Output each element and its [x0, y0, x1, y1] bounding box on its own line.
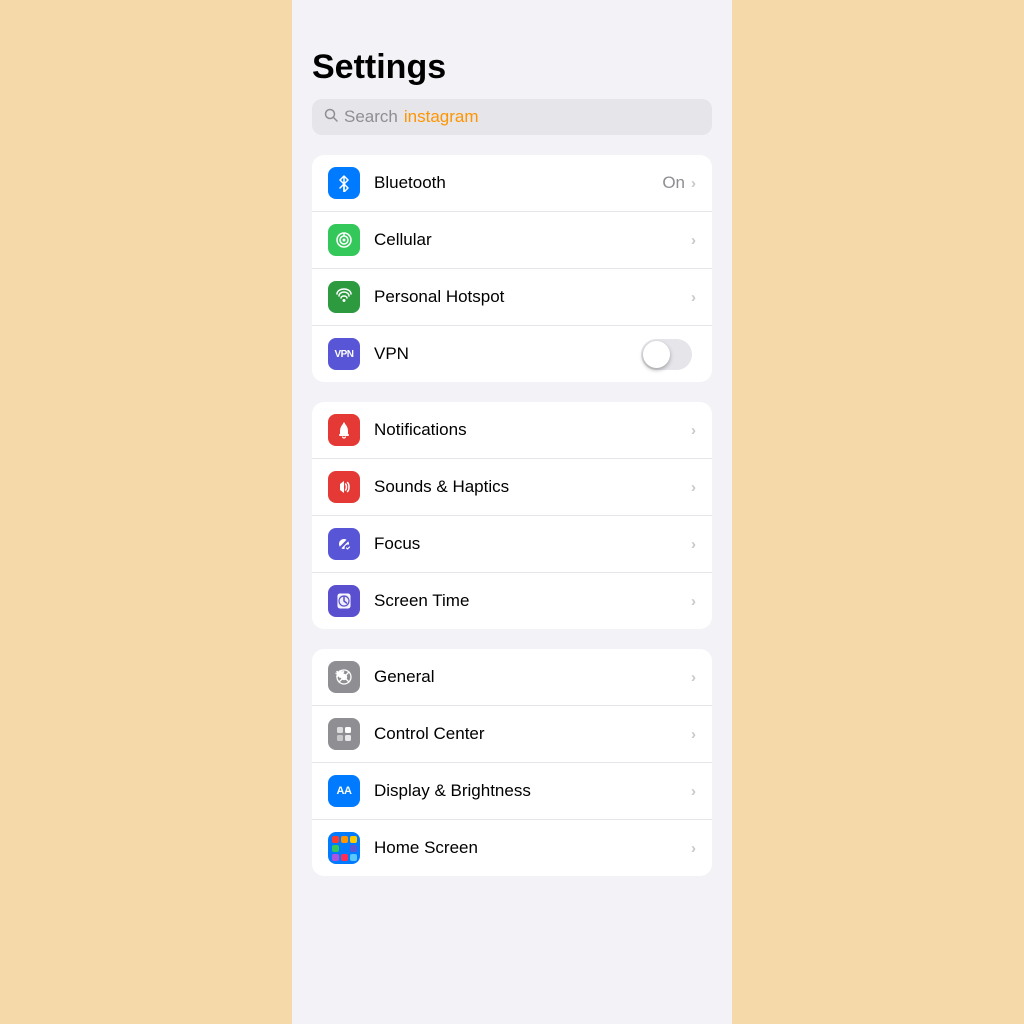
vpn-row[interactable]: VPN VPN: [312, 326, 712, 382]
bluetooth-icon: [328, 167, 360, 199]
screen-time-chevron: ›: [691, 593, 696, 610]
control-center-row[interactable]: Control Center ›: [312, 706, 712, 763]
home-screen-icon: [328, 832, 360, 864]
focus-row[interactable]: Focus ›: [312, 516, 712, 573]
vpn-toggle[interactable]: [641, 339, 692, 370]
connectivity-group: Bluetooth On › Cellular ›: [312, 155, 712, 382]
bluetooth-label: Bluetooth: [374, 173, 662, 193]
screen-time-row[interactable]: Screen Time ›: [312, 573, 712, 629]
general-label: General: [374, 667, 691, 687]
sounds-icon: [328, 471, 360, 503]
vpn-label: VPN: [374, 344, 641, 364]
general-row[interactable]: General ›: [312, 649, 712, 706]
general-icon: [328, 661, 360, 693]
focus-chevron: ›: [691, 536, 696, 553]
sounds-haptics-row[interactable]: Sounds & Haptics ›: [312, 459, 712, 516]
notifications-icon: [328, 414, 360, 446]
screen-time-label: Screen Time: [374, 591, 691, 611]
display-brightness-row[interactable]: AA Display & Brightness ›: [312, 763, 712, 820]
home-screen-grid: [328, 832, 361, 865]
vpn-toggle-thumb: [643, 341, 670, 368]
personal-hotspot-label: Personal Hotspot: [374, 287, 691, 307]
search-query-text: instagram: [404, 107, 479, 127]
sounds-chevron: ›: [691, 479, 696, 496]
cellular-chevron: ›: [691, 232, 696, 249]
phone-container: Settings Search instagram Bluetooth On ›: [292, 0, 732, 1024]
bluetooth-chevron: ›: [691, 175, 696, 192]
page-title: Settings: [292, 0, 732, 99]
search-icon: [324, 108, 338, 126]
notifications-label: Notifications: [374, 420, 691, 440]
general-group: General › Control Center › AA Display & …: [312, 649, 712, 876]
search-bar[interactable]: Search instagram: [312, 99, 712, 135]
cellular-label: Cellular: [374, 230, 691, 250]
home-screen-chevron: ›: [691, 840, 696, 857]
control-center-label: Control Center: [374, 724, 691, 744]
control-center-icon: [328, 718, 360, 750]
notifications-row[interactable]: Notifications ›: [312, 402, 712, 459]
focus-icon: [328, 528, 360, 560]
general-chevron: ›: [691, 669, 696, 686]
cellular-icon: [328, 224, 360, 256]
notifications-chevron: ›: [691, 422, 696, 439]
display-icon: AA: [328, 775, 360, 807]
hotspot-chevron: ›: [691, 289, 696, 306]
sounds-haptics-label: Sounds & Haptics: [374, 477, 691, 497]
vpn-icon: VPN: [328, 338, 360, 370]
hotspot-icon: [328, 281, 360, 313]
control-center-chevron: ›: [691, 726, 696, 743]
focus-label: Focus: [374, 534, 691, 554]
vpn-toggle-track[interactable]: [641, 339, 692, 370]
personal-hotspot-row[interactable]: Personal Hotspot ›: [312, 269, 712, 326]
cellular-row[interactable]: Cellular ›: [312, 212, 712, 269]
home-screen-label: Home Screen: [374, 838, 691, 858]
notifications-group: Notifications › Sounds & Haptics ›: [312, 402, 712, 629]
bluetooth-row[interactable]: Bluetooth On ›: [312, 155, 712, 212]
screen-time-icon: [328, 585, 360, 617]
search-placeholder-text: Search: [344, 107, 398, 127]
display-brightness-label: Display & Brightness: [374, 781, 691, 801]
bluetooth-value: On: [662, 173, 685, 193]
display-chevron: ›: [691, 783, 696, 800]
home-screen-row[interactable]: Home Screen ›: [312, 820, 712, 876]
